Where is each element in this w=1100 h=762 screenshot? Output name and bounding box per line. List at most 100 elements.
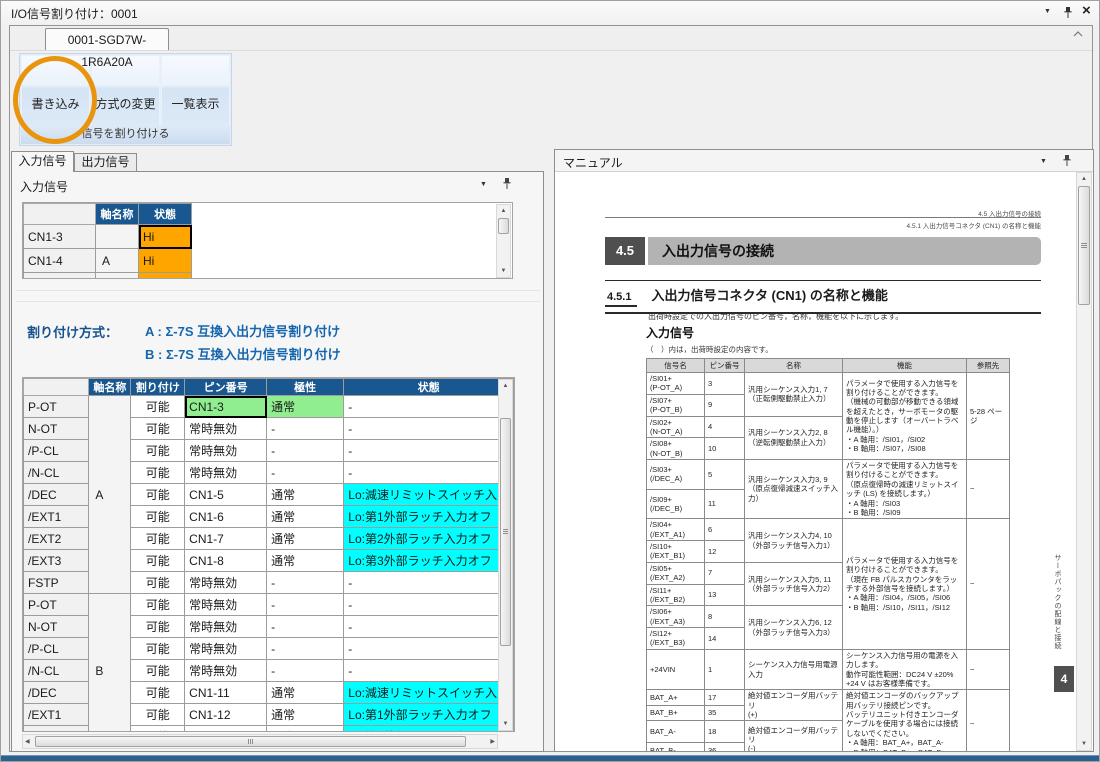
cell[interactable]: 通常 — [267, 396, 344, 418]
scrollbar-thumb[interactable] — [500, 418, 511, 646]
cell[interactable]: - — [344, 418, 514, 440]
cell[interactable]: CN1-4 — [24, 249, 96, 273]
cell[interactable]: 通常 — [267, 550, 344, 572]
cell[interactable]: P-OT — [24, 594, 89, 616]
cell[interactable]: B — [89, 594, 131, 733]
cell[interactable]: /EXT2 — [24, 726, 89, 733]
panel-pin-icon[interactable] — [502, 177, 512, 190]
cell[interactable]: 可能 — [131, 616, 185, 638]
cell[interactable]: - — [344, 440, 514, 462]
cell[interactable]: 可能 — [131, 572, 185, 594]
cell[interactable]: 可能 — [131, 726, 185, 733]
cell[interactable]: 可能 — [131, 418, 185, 440]
window-menu-caret-icon[interactable]: ▼ — [1044, 8, 1051, 15]
cell[interactable]: N-OT — [24, 616, 89, 638]
scrollbar-thumb[interactable] — [498, 218, 509, 234]
cell[interactable]: FSTP — [24, 572, 89, 594]
cell[interactable]: CN1-11 — [185, 682, 267, 704]
cell[interactable]: /N-CL — [24, 660, 89, 682]
cell[interactable]: /EXT1 — [24, 704, 89, 726]
cell[interactable] — [96, 225, 139, 249]
cell[interactable]: CN1-7 — [185, 528, 267, 550]
cell[interactable]: 常時無効 — [185, 418, 267, 440]
cell[interactable]: Lo:減速リミットスイッチ入力 — [344, 484, 514, 506]
cell[interactable]: 通常 — [267, 726, 344, 733]
cell[interactable]: Hi — [139, 225, 192, 249]
scroll-up-icon[interactable]: ▲ — [1077, 176, 1091, 182]
cell[interactable]: - — [267, 594, 344, 616]
cell[interactable]: 常時無効 — [185, 440, 267, 462]
cell[interactable]: Lo:第2外部ラッチ入力オフ — [344, 726, 514, 733]
cell[interactable]: - — [344, 616, 514, 638]
cell[interactable]: 可能 — [131, 638, 185, 660]
scroll-left-icon[interactable]: ◀ — [25, 739, 30, 745]
cell[interactable]: N-OT — [24, 418, 89, 440]
cell[interactable]: Hi — [139, 273, 192, 280]
cell[interactable]: 通常 — [267, 682, 344, 704]
cell[interactable]: /P-CL — [24, 440, 89, 462]
cell[interactable]: - — [344, 396, 514, 418]
cell[interactable]: 常時無効 — [185, 616, 267, 638]
cell[interactable]: 可能 — [131, 484, 185, 506]
cell[interactable]: Lo:第3外部ラッチ入力オフ — [344, 550, 514, 572]
cell[interactable]: CN1-3 — [24, 225, 96, 249]
cell[interactable]: 通常 — [267, 528, 344, 550]
status-grid-vscrollbar[interactable]: ▲ ▼ — [496, 204, 511, 278]
cell[interactable]: /DEC — [24, 682, 89, 704]
cell[interactable]: /EXT2 — [24, 528, 89, 550]
scroll-up-icon[interactable]: ▲ — [497, 208, 510, 214]
cell[interactable]: 常時無効 — [185, 572, 267, 594]
cell[interactable]: 可能 — [131, 528, 185, 550]
cell[interactable]: 通常 — [267, 704, 344, 726]
scrollbar-thumb[interactable] — [1078, 186, 1090, 305]
cell[interactable]: 可能 — [131, 550, 185, 572]
cell[interactable] — [96, 273, 139, 280]
cell[interactable]: 可能 — [131, 506, 185, 528]
cell[interactable]: - — [344, 572, 514, 594]
cell[interactable]: - — [267, 660, 344, 682]
panel-menu-caret-icon[interactable]: ▼ — [480, 181, 487, 188]
cell[interactable]: /P-CL — [24, 638, 89, 660]
panel-menu-caret-icon[interactable]: ▼ — [1040, 158, 1047, 165]
scroll-down-icon[interactable]: ▼ — [497, 268, 510, 274]
cell[interactable]: - — [267, 572, 344, 594]
cell[interactable]: /EXT1 — [24, 506, 89, 528]
cell[interactable]: 常時無効 — [185, 462, 267, 484]
cell[interactable]: - — [267, 462, 344, 484]
cell[interactable]: CN1-6 — [185, 506, 267, 528]
cell[interactable]: Lo:第1外部ラッチ入力オフ — [344, 704, 514, 726]
cell[interactable]: - — [344, 462, 514, 484]
collapse-chevron-icon[interactable] — [1073, 31, 1083, 37]
cell[interactable]: 常時無効 — [185, 594, 267, 616]
cell[interactable]: CN1-8 — [185, 550, 267, 572]
document-tab[interactable]: 0001-SGD7W-1R6A20A — [45, 28, 169, 50]
cell[interactable]: CN1-3 — [185, 396, 267, 418]
cell[interactable]: CN1-12 — [185, 704, 267, 726]
cell[interactable]: 通常 — [267, 484, 344, 506]
cell[interactable]: Hi — [139, 249, 192, 273]
cell[interactable]: - — [344, 594, 514, 616]
cell[interactable]: - — [344, 638, 514, 660]
cell[interactable]: 可能 — [131, 462, 185, 484]
panel-pin-icon[interactable] — [1062, 154, 1072, 167]
scroll-down-icon[interactable]: ▼ — [499, 721, 512, 727]
cell[interactable]: CN1-5 — [24, 273, 96, 280]
cell[interactable]: - — [267, 616, 344, 638]
assignment-grid-hscrollbar[interactable]: ◀ ▶ — [22, 734, 498, 749]
scroll-down-icon[interactable]: ▼ — [1077, 741, 1091, 747]
scrollbar-thumb[interactable] — [35, 736, 466, 747]
cell[interactable]: 可能 — [131, 682, 185, 704]
cell[interactable]: CN1-13 — [185, 726, 267, 733]
cell[interactable]: 常時無効 — [185, 638, 267, 660]
cell[interactable]: Lo:第2外部ラッチ入力オフ — [344, 528, 514, 550]
cell[interactable]: /EXT3 — [24, 550, 89, 572]
cell[interactable]: 可能 — [131, 594, 185, 616]
scroll-right-icon[interactable]: ▶ — [490, 739, 495, 745]
window-close-icon[interactable]: × — [1082, 2, 1091, 19]
cell[interactable]: Lo:第1外部ラッチ入力オフ — [344, 506, 514, 528]
cell[interactable]: Lo:減速リミットスイッチ入力 — [344, 682, 514, 704]
manual-vscrollbar[interactable]: ▲ ▼ — [1076, 172, 1092, 751]
cell[interactable]: - — [267, 418, 344, 440]
cell[interactable]: - — [267, 638, 344, 660]
cell[interactable]: - — [344, 660, 514, 682]
